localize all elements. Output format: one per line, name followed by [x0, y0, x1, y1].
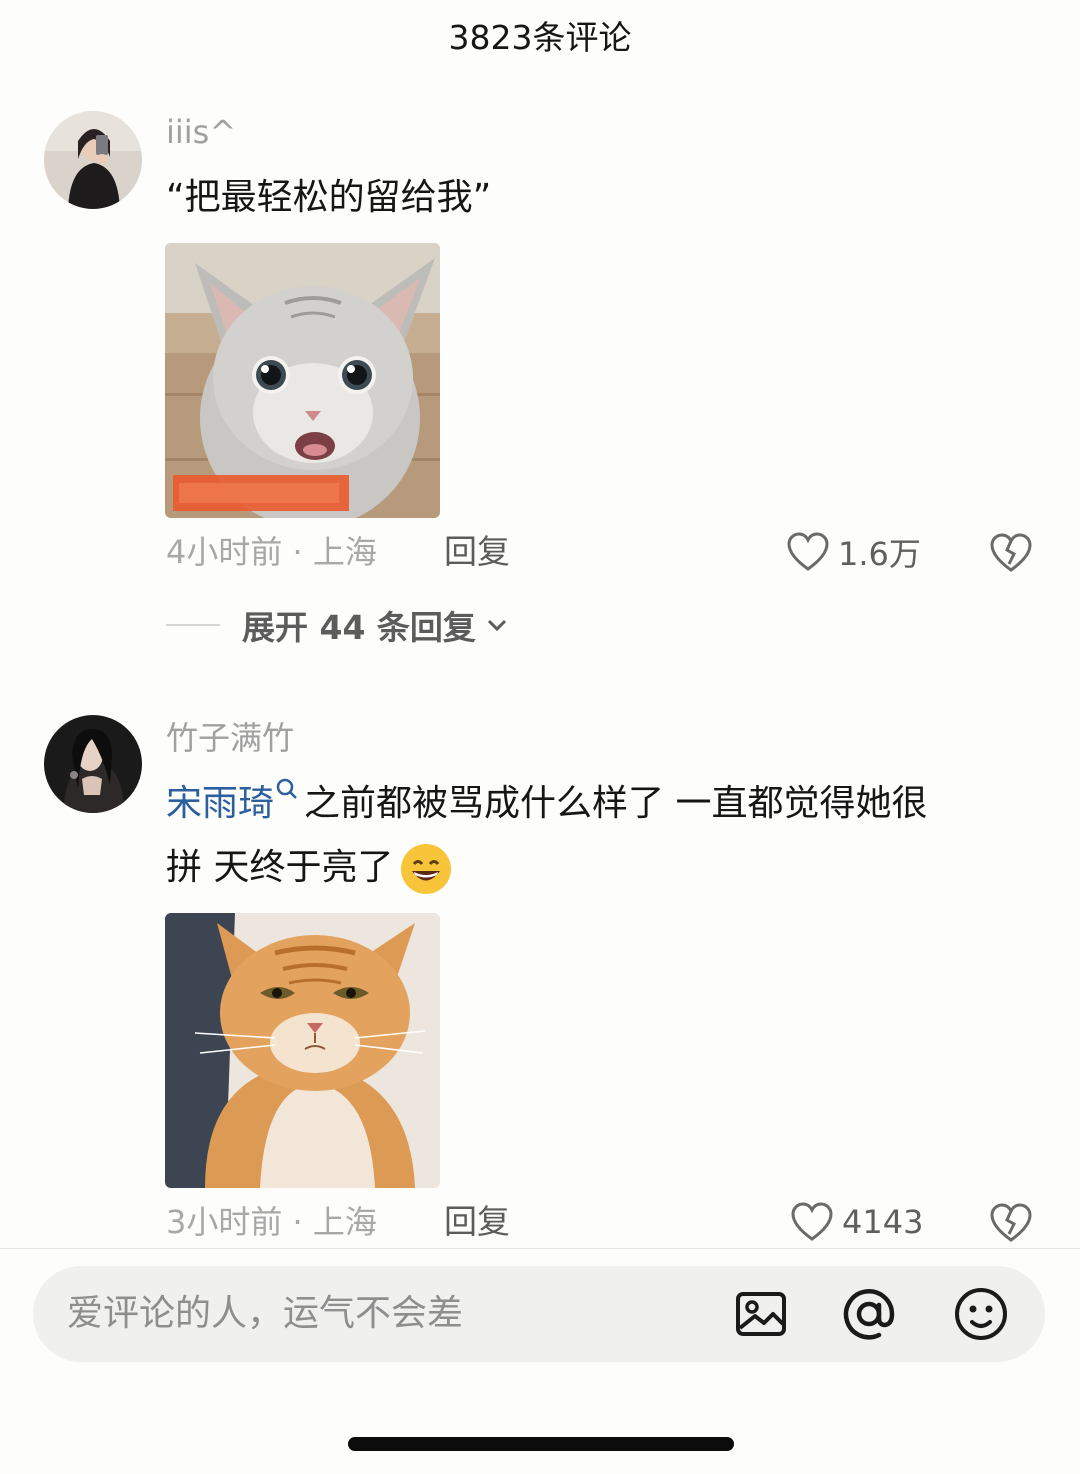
reply-button[interactable]: 回复: [444, 1200, 510, 1244]
like-button[interactable]: 1.6万: [786, 530, 921, 574]
broken-heart-icon[interactable]: [988, 530, 1034, 574]
search-icon: [276, 778, 297, 799]
chevron-down-icon: [487, 619, 506, 632]
comments-sheet: 3823条评论 iiis^ “把最轻松的留给我” 4小时前 · 上海 回复 1.…: [0, 0, 1080, 1474]
grinning-emoji-icon: [401, 844, 452, 894]
comment-meta: 3小时前 · 上海: [166, 1203, 377, 1241]
home-indicator[interactable]: [348, 1437, 734, 1451]
avatar[interactable]: [44, 111, 142, 209]
comment-meta: 4小时前 · 上海: [166, 533, 377, 571]
comment-composer[interactable]: 爱评论的人，运气不会差: [33, 1266, 1045, 1362]
like-button[interactable]: 4143: [790, 1200, 923, 1244]
comment-text-line1: 之前都被骂成什么样了 一直都觉得她很: [304, 783, 928, 824]
broken-heart-icon[interactable]: [988, 1200, 1034, 1244]
heart-icon: [791, 1202, 833, 1241]
comment-username[interactable]: 竹子满竹: [166, 716, 294, 760]
emoji-icon[interactable]: [953, 1286, 1009, 1342]
at-icon[interactable]: [841, 1286, 897, 1342]
comment-image[interactable]: [165, 913, 440, 1188]
comment-text-line2: 拼 天终于亮了: [166, 847, 394, 888]
comment-text: 宋雨琦 之前都被骂成什么样了 一直都觉得她很 拼 天终于亮了: [166, 772, 1036, 900]
like-count: 4143: [842, 1203, 924, 1241]
comment-input[interactable]: 爱评论的人，运气不会差: [67, 1266, 463, 1362]
like-count: 1.6万: [838, 535, 921, 573]
expand-divider: [166, 624, 220, 626]
image-icon[interactable]: [733, 1286, 789, 1342]
comment-text: “把最轻松的留给我”: [166, 177, 492, 218]
comment-username[interactable]: iiis^: [166, 110, 236, 154]
comment-count-title: 3823条评论: [448, 18, 632, 57]
avatar[interactable]: [44, 715, 142, 813]
heart-icon: [787, 532, 829, 571]
expand-replies-label: 展开 44 条回复: [242, 608, 476, 647]
reply-button[interactable]: 回复: [444, 530, 510, 574]
mention-link[interactable]: 宋雨琦: [166, 783, 274, 824]
composer-divider: [0, 1248, 1080, 1249]
expand-replies-button[interactable]: 展开 44 条回复: [166, 603, 508, 647]
comment-image[interactable]: [165, 243, 440, 518]
